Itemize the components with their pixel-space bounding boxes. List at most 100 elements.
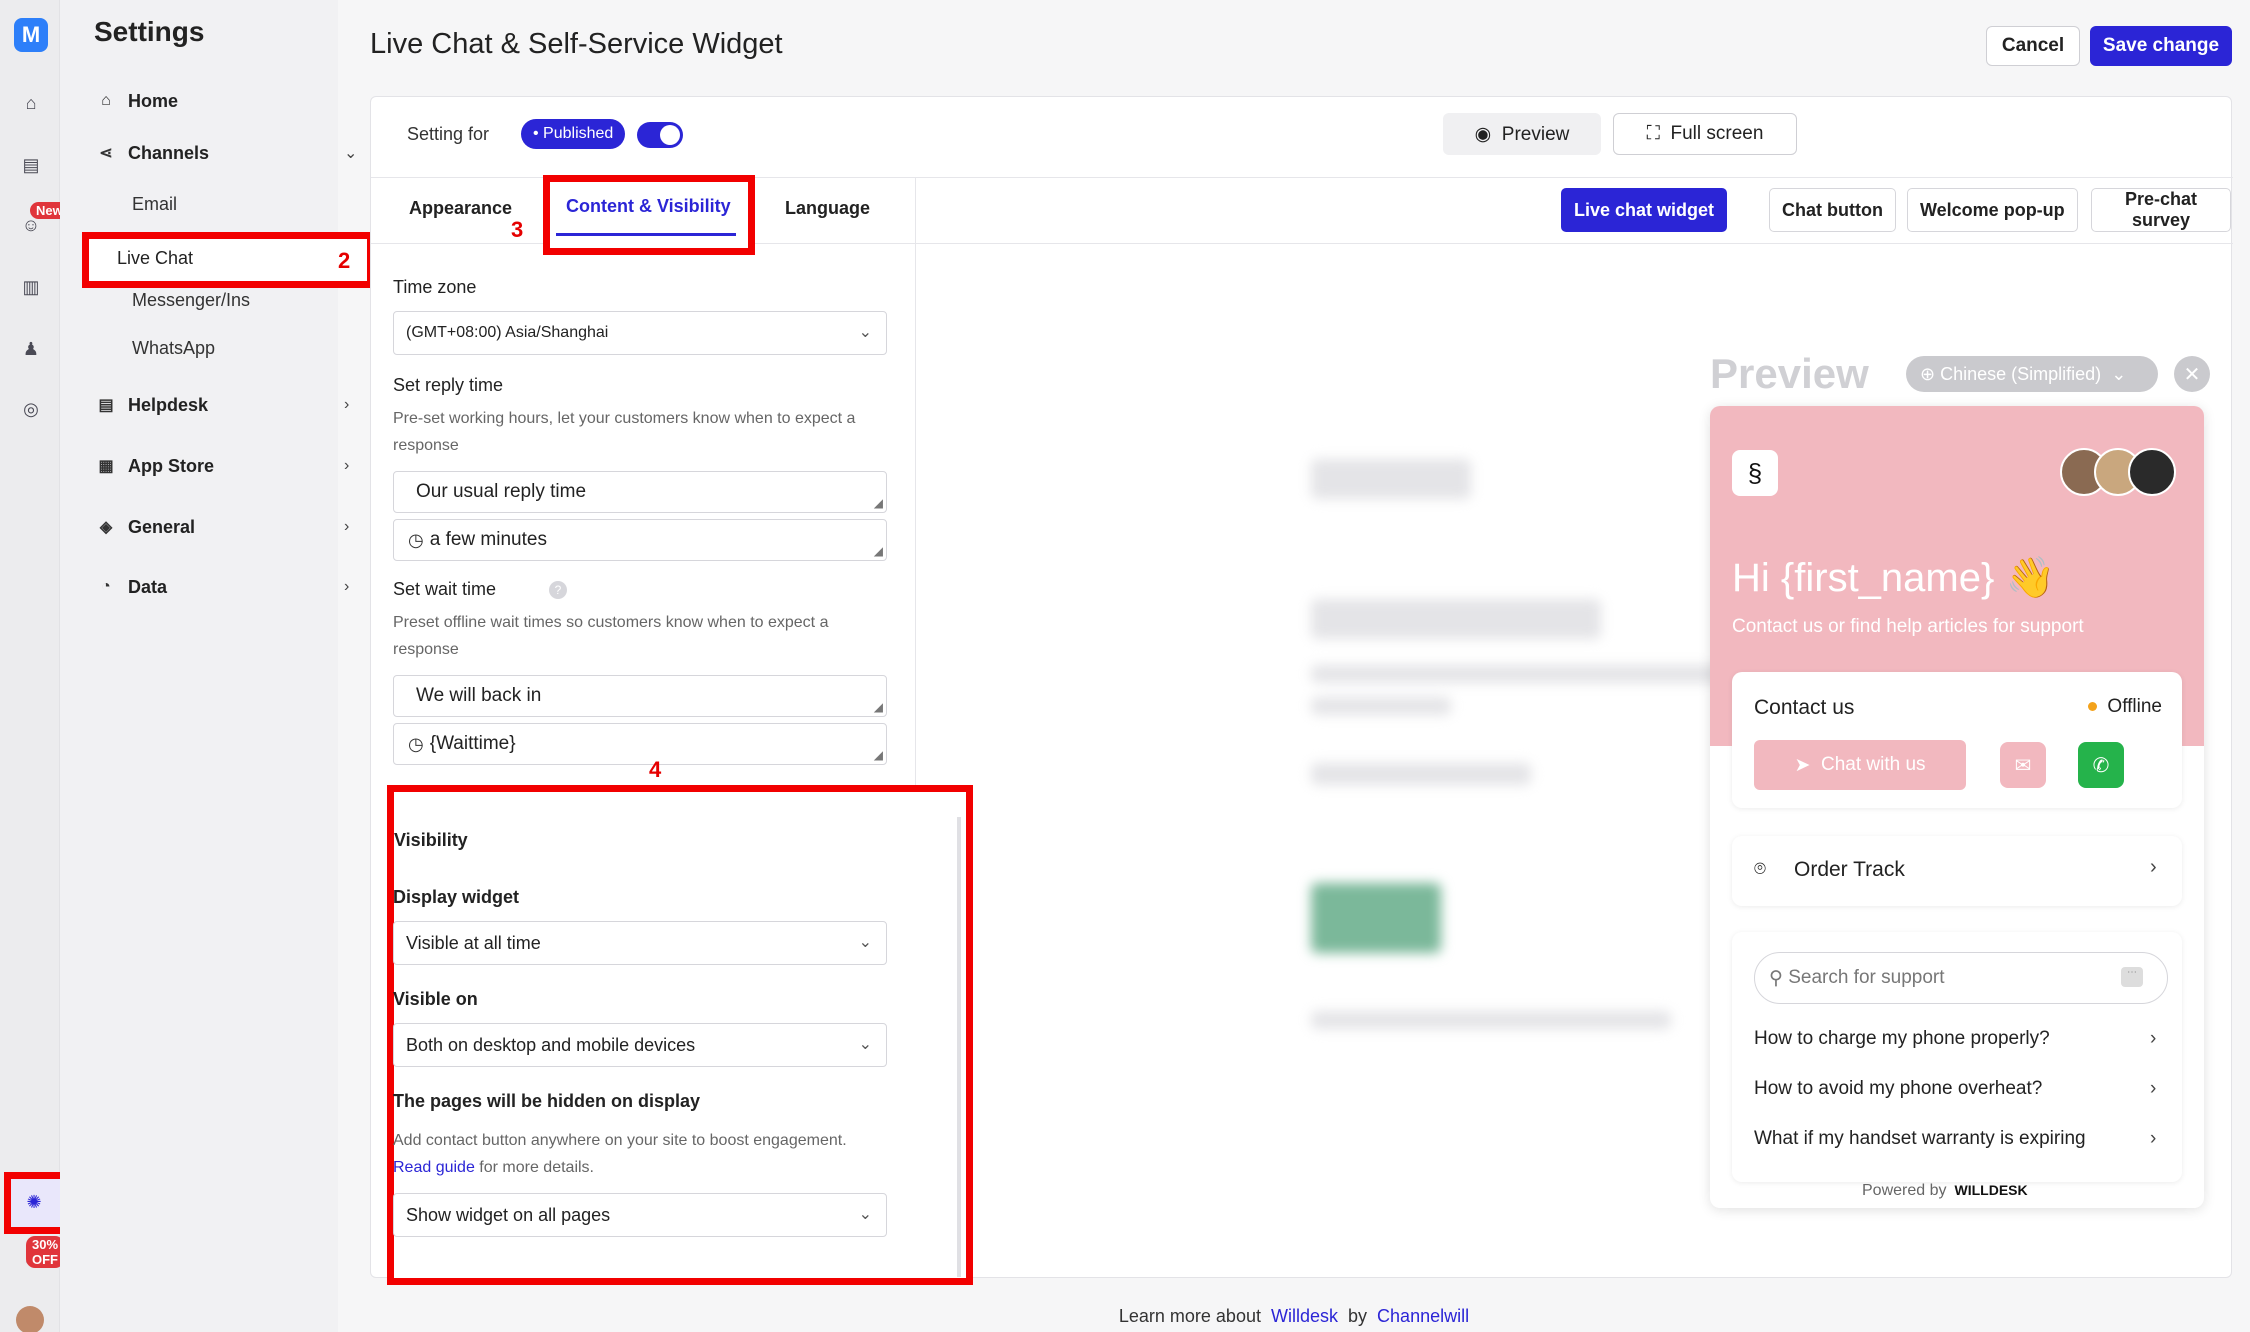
footer-by: by (1348, 1306, 1368, 1326)
display-widget-value: Visible at all time (406, 932, 541, 953)
publish-toggle[interactable] (637, 122, 683, 148)
tab-welcome-popup[interactable]: Welcome pop-up (1907, 188, 2078, 232)
tab-appearance[interactable]: Appearance (409, 198, 512, 219)
search-input[interactable]: ⚲ Search for support ⋯ (1754, 952, 2168, 1004)
footer-text: Learn more about (1118, 1306, 1261, 1326)
chevron-right-icon: › (2150, 856, 2157, 878)
whatsapp-icon[interactable]: ✆ (2078, 742, 2124, 788)
timezone-select[interactable]: (GMT+08:00) Asia/Shanghai ⌄ (393, 311, 887, 355)
close-icon[interactable]: ✕ (2174, 356, 2210, 392)
tab-content-visibility[interactable]: Content & Visibility (566, 196, 731, 217)
sidebar-item-app-store[interactable]: ▦ App Store › (94, 451, 349, 481)
promo-badge: 30% OFF (26, 1236, 65, 1268)
resize-handle-icon[interactable]: ◢ (874, 544, 883, 558)
sidebar-item-label: Home (128, 90, 179, 111)
read-guide-link[interactable]: Read guide (393, 1159, 475, 1176)
email-icon[interactable]: ✉ (2000, 742, 2046, 788)
save-button[interactable]: Save change (2090, 26, 2232, 66)
preview-button[interactable]: ◉ Preview (1443, 113, 1601, 155)
chevron-right-icon: › (2150, 1028, 2157, 1049)
faq-item[interactable]: How to charge my phone properly? › (1754, 1028, 2164, 1050)
chevron-down-icon: ⌄ (858, 324, 872, 341)
footer: Learn more about Willdesk by Channelwill (338, 1306, 2250, 1327)
reply-text-value: Our usual reply time (416, 481, 587, 502)
sidebar-item-channels[interactable]: ⋖ Channels ⌄ (94, 138, 357, 168)
inbox-icon[interactable]: ▤ (18, 152, 44, 178)
tab-chat-button[interactable]: Chat button (1769, 188, 1896, 232)
app-logo[interactable]: M (14, 18, 48, 52)
send-icon: ➤ (1794, 754, 1811, 776)
settings-gear-icon[interactable]: ✺ (21, 1189, 47, 1215)
status-badge: Offline (2088, 696, 2162, 718)
willdesk-link[interactable]: Willdesk (1271, 1306, 1338, 1326)
sidebar-subitem-messenger[interactable]: Messenger/Ins (132, 290, 250, 311)
contact-title: Contact us (1754, 696, 1855, 719)
sidebar-item-home[interactable]: ⌂ Home (94, 86, 178, 116)
reply-time-input[interactable]: ◷ a few minutes ◢ (393, 519, 887, 561)
sidebar-item-general[interactable]: ◈ General › (94, 512, 349, 542)
chevron-right-icon: › (2150, 1128, 2157, 1149)
channelwill-link[interactable]: Channelwill (1377, 1306, 1469, 1326)
annotation-3: 3 (511, 217, 524, 242)
sidebar-subitem-email[interactable]: Email (132, 194, 177, 215)
layers-icon: ◈ (99, 519, 113, 536)
tab-content-visibility-annotation: Content & Visibility (543, 175, 755, 255)
chevron-down-icon: ⌄ (2111, 363, 2127, 384)
clock-icon: ◷ (408, 529, 424, 550)
contact-card: Contact us Offline ➤ Chat with us ✉ ✆ (1732, 672, 2182, 808)
pages-select[interactable]: Show widget on all pages ⌄ (393, 1193, 887, 1237)
chevron-down-icon: ⌄ (858, 934, 872, 951)
icon-rail: M ⌂ ▤ ☺ New ▥ ♟ ◎ ✺ 1 $ 30% OFF (0, 0, 102, 1332)
faq-text: How to avoid my phone overheat? (1754, 1078, 2043, 1099)
help-icon[interactable]: ? (549, 581, 567, 599)
faq-item[interactable]: What if my handset warranty is expiring › (1754, 1128, 2164, 1150)
blurred-text (1311, 697, 1451, 715)
home-icon[interactable]: ⌂ (18, 90, 44, 116)
hidden-pages-help: Add contact button anywhere on your site… (393, 1127, 893, 1181)
book-icon[interactable]: ▥ (18, 274, 44, 300)
resize-handle-icon[interactable]: ◢ (874, 700, 883, 714)
wait-text-input[interactable]: We will back in ◢ (393, 675, 887, 717)
support-icon[interactable]: ◎ (18, 396, 44, 422)
reply-time-label: Set reply time (393, 375, 504, 395)
display-widget-select[interactable]: Visible at all time ⌄ (393, 921, 887, 965)
sidebar-item-data[interactable]: ◔ Data › (94, 572, 349, 602)
sidebar-title: Settings (94, 16, 205, 47)
eye-icon: ◉ (1474, 123, 1492, 145)
sidebar-subitem-whatsapp[interactable]: WhatsApp (132, 338, 215, 359)
tab-live-chat-widget[interactable]: Live chat widget (1561, 188, 1728, 232)
users-icon[interactable]: ♟ (18, 336, 44, 362)
blurred-heading (1311, 599, 1601, 639)
scrollbar[interactable] (957, 817, 961, 1277)
visible-on-value: Both on desktop and mobile devices (406, 1034, 696, 1055)
hidden-help-text-2: for more details. (474, 1159, 594, 1176)
sidebar-item-label: General (128, 516, 196, 537)
status-text: Offline (2107, 696, 2162, 717)
wait-time-value: {Waittime} (429, 733, 516, 754)
resize-handle-icon[interactable]: ◢ (874, 748, 883, 762)
chat-widget: § Hi {first_name} 👋 Contact us or find h… (1710, 406, 2204, 1208)
visible-on-label: Visible on (393, 989, 478, 1009)
chevron-down-icon: ⌄ (858, 1036, 872, 1053)
fullscreen-button[interactable]: ⛶ Full screen (1613, 113, 1797, 155)
avatar (2128, 448, 2176, 496)
tab-language[interactable]: Language (785, 198, 870, 219)
visible-on-select[interactable]: Both on desktop and mobile devices ⌄ (393, 1023, 887, 1067)
order-track-card[interactable]: ⌾ Order Track › (1732, 836, 2182, 906)
sidebar-subitem-live-chat[interactable]: Live Chat (82, 232, 374, 288)
resize-handle-icon[interactable]: ◢ (874, 496, 883, 510)
active-tab-underline (556, 233, 736, 236)
chat-with-us-button[interactable]: ➤ Chat with us (1754, 740, 1966, 790)
tab-pre-chat-survey[interactable]: Pre-chat survey (2091, 188, 2231, 232)
sidebar-item-helpdesk[interactable]: ▤ Helpdesk › (94, 390, 349, 420)
cancel-button[interactable]: Cancel (1986, 26, 2080, 66)
language-select[interactable]: ⊕ Chinese (Simplified) ⌄ (1906, 356, 2158, 392)
avatar[interactable] (16, 1306, 44, 1332)
wait-time-input[interactable]: ◷ {Waittime} ◢ (393, 723, 887, 765)
setting-for-label: Setting for (407, 124, 490, 144)
reply-text-input[interactable]: Our usual reply time ◢ (393, 471, 887, 513)
preview-title: Preview (1710, 350, 1869, 397)
willdesk-logo: WILLDESK (1954, 1182, 2028, 1198)
reply-time-value: a few minutes (429, 529, 547, 550)
faq-item[interactable]: How to avoid my phone overheat? › (1754, 1078, 2164, 1100)
